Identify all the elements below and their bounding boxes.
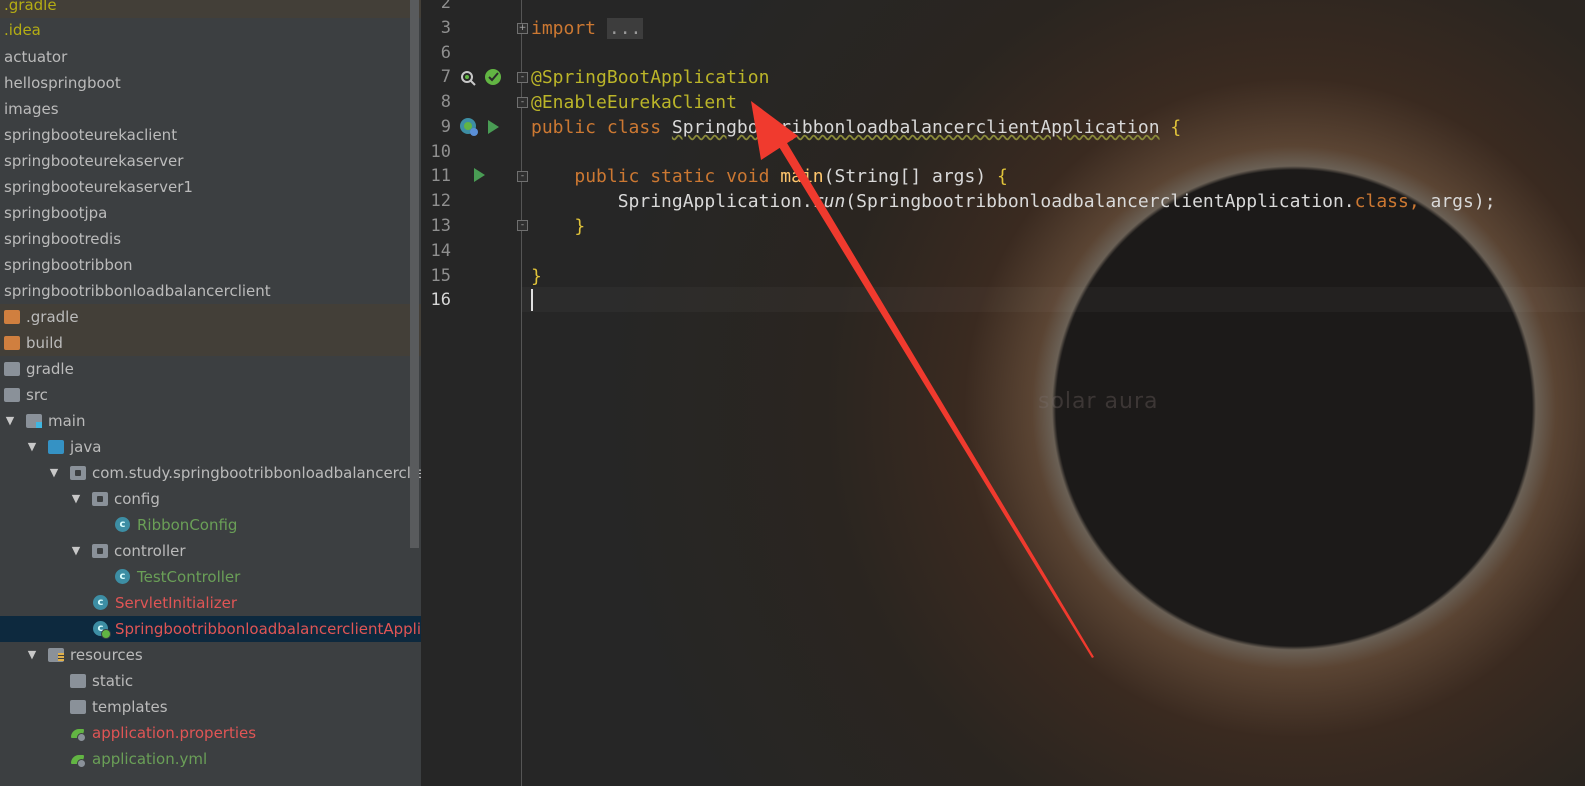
folder-icon (70, 674, 86, 688)
chevron-down-icon[interactable]: ▼ (26, 434, 38, 460)
tree-item-label: .idea (4, 21, 41, 39)
chevron-down-icon[interactable]: ▼ (26, 642, 38, 668)
tree-item-label: resources (70, 646, 143, 664)
class-icon: c (93, 595, 108, 610)
tree-item[interactable]: springbooteurekaserver (0, 148, 421, 174)
tree-item-label: application.yml (92, 750, 208, 768)
tree-item-label: .gradle (4, 0, 57, 14)
tree-item-resources[interactable]: ▼ resources (0, 642, 421, 668)
spring-config-icon (70, 726, 86, 742)
spring-config-icon (70, 752, 86, 768)
tree-item[interactable]: hellospringboot (0, 70, 421, 96)
class-icon: c (115, 569, 130, 584)
tree-item-controller[interactable]: ▼ controller (0, 538, 421, 564)
annotation-arrow (751, 101, 1094, 658)
tree-item-label: static (92, 672, 134, 690)
tree-item-label: config (114, 490, 160, 508)
folder-icon (4, 388, 20, 402)
tree-item-label: springbootredis (4, 230, 122, 248)
tree-item[interactable]: springbootredis (0, 226, 421, 252)
tree-item-application-properties[interactable]: application.properties (0, 720, 421, 746)
tree-item-label: springbootjpa (4, 204, 108, 222)
tree-item-label: SpringbootribbonloadbalancerclientApplic… (115, 620, 421, 638)
package-icon (92, 492, 108, 506)
tree-item[interactable]: springbooteurekaserver1 (0, 174, 421, 200)
tree-item-templates[interactable]: templates (0, 694, 421, 720)
chevron-down-icon[interactable]: ▼ (70, 486, 82, 512)
package-icon (92, 544, 108, 558)
tree-item-label: controller (114, 542, 186, 560)
chevron-down-icon[interactable]: ▼ (70, 538, 82, 564)
tree-item-label: src (26, 386, 48, 404)
tree-item[interactable]: actuator (0, 44, 421, 70)
tree-item[interactable]: .gradle (0, 0, 421, 18)
tree-item-label: .gradle (26, 308, 79, 326)
tree-item-label: com.study.springbootribbonloadbalancercl… (92, 464, 421, 482)
folder-orange-icon (4, 310, 20, 324)
resources-folder-icon (48, 648, 64, 662)
tree-item-static[interactable]: static (0, 668, 421, 694)
package-icon (70, 466, 86, 480)
tree-item-label: actuator (4, 48, 68, 66)
tree-item-label: springbooteurekaserver1 (4, 178, 193, 196)
source-folder-icon (26, 414, 42, 428)
tree-item-label: main (48, 412, 86, 430)
tree-item-ribbonconfig[interactable]: c RibbonConfig (0, 512, 421, 538)
chevron-down-icon[interactable]: ▼ (4, 408, 16, 434)
tree-item-label: RibbonConfig (137, 516, 238, 534)
tree-item-package[interactable]: ▼ com.study.springbootribbonloadbalancer… (0, 460, 421, 486)
tree-item-label: TestController (137, 568, 241, 586)
tree-item-main[interactable]: ▼ main (0, 408, 421, 434)
spring-class-icon: c (93, 621, 111, 639)
tree-item-label: images (4, 100, 59, 118)
tree-item-label: springbootribbon (4, 256, 133, 274)
tree-item-label: application.properties (92, 724, 257, 742)
folder-icon (70, 700, 86, 714)
tree-item-config[interactable]: ▼ config (0, 486, 421, 512)
tree-item-label: build (26, 334, 63, 352)
tree-item-src[interactable]: src (0, 382, 421, 408)
chevron-down-icon[interactable]: ▼ (48, 460, 60, 486)
tree-item-application-class[interactable]: c SpringbootribbonloadbalancerclientAppl… (0, 616, 421, 642)
tree-item-label: gradle (26, 360, 74, 378)
tree-item-servletinitializer[interactable]: c ServletInitializer (0, 590, 421, 616)
tree-item-application-yml[interactable]: application.yml (0, 746, 421, 772)
tree-item[interactable]: springbootjpa (0, 200, 421, 226)
tree-item-label: hellospringboot (4, 74, 121, 92)
tree-item-label: templates (92, 698, 168, 716)
tree-item-java[interactable]: ▼ java (0, 434, 421, 460)
tree-item[interactable]: .idea (0, 17, 421, 43)
tree-item-label: springbootribbonloadbalancerclient (4, 282, 271, 300)
tree-item-label: springbooteurekaclient (4, 126, 178, 144)
project-tree-panel: .gradle .idea actuator hellospringboot i… (0, 0, 421, 786)
tree-item[interactable]: springbooteurekaclient (0, 122, 421, 148)
tree-item-gradle[interactable]: gradle (0, 356, 421, 382)
project-scrollbar[interactable] (410, 0, 419, 548)
tree-item-label: springbooteurekaserver (4, 152, 184, 170)
tree-item-testcontroller[interactable]: c TestController (0, 564, 421, 590)
arrow-shaft (773, 133, 1094, 658)
folder-orange-icon (4, 336, 20, 350)
tree-item[interactable]: springbootribbon (0, 252, 421, 278)
tree-item-gradle-folder[interactable]: .gradle (0, 304, 421, 330)
tree-item[interactable]: images (0, 96, 421, 122)
tree-item[interactable]: springbootribbonloadbalancerclient (0, 278, 421, 304)
class-icon: c (115, 517, 130, 532)
tree-item-label: ServletInitializer (115, 594, 238, 612)
code-editor[interactable]: solar aura 2 3 6 7 8 9 10 11 12 13 14 15… (421, 0, 1585, 786)
folder-icon (4, 362, 20, 376)
tree-item-build-folder[interactable]: build (0, 330, 421, 356)
java-folder-icon (48, 440, 64, 454)
tree-item-label: java (70, 438, 102, 456)
